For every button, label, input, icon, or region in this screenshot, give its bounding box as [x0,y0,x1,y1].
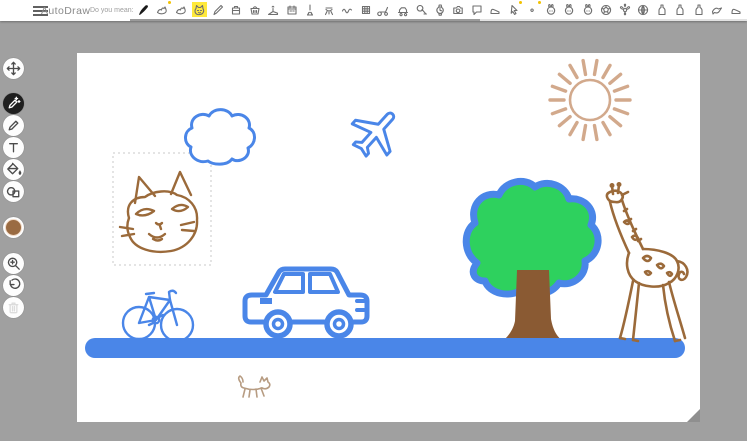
car[interactable] [245,269,367,336]
suggestion-camera-icon[interactable] [451,2,466,17]
suggestion-shoe-icon[interactable] [488,2,503,17]
cloud[interactable] [185,110,254,165]
suggestion-rabbit-3-icon[interactable] [580,2,595,17]
pencil-icon [4,116,23,135]
tool-undo-button[interactable] [3,275,24,296]
tree[interactable] [466,181,598,343]
canvas-drawing-layer [77,53,700,422]
suggestion-cake-icon[interactable] [266,2,281,17]
text-icon [4,138,23,157]
tool-rail [3,58,25,319]
spark-dot-icon [168,1,171,4]
tool-shape-button[interactable] [3,181,24,202]
suggestions-scrollbar-track[interactable] [130,19,747,21]
color-swatch-icon [5,219,22,236]
suggestion-dot-icon[interactable] [525,2,540,17]
app-title: AutoDraw [41,5,90,17]
suggestion-vacuum-icon[interactable] [414,2,429,17]
suggestion-cursor-icon[interactable] [506,2,521,17]
sun[interactable] [550,61,630,140]
tool-type-button[interactable] [3,137,24,158]
suggestion-bird-icon[interactable] [710,2,725,17]
drawing-canvas[interactable] [77,53,700,422]
tool-autodraw-button[interactable] [3,93,24,114]
suggestion-broom-icon[interactable] [303,2,318,17]
tool-draw-button[interactable] [3,115,24,136]
tool-fill-button[interactable] [3,159,24,180]
suggestion-soccer-ball-icon[interactable] [599,2,614,17]
suggestion-watch-icon[interactable] [432,2,447,17]
giraffe-sketch[interactable] [607,183,688,341]
tool-select-button[interactable] [3,58,24,79]
undo-icon [4,276,23,295]
fill-icon [4,160,23,179]
suggestion-rabbit-2-icon[interactable] [562,2,577,17]
suggestion-mower-icon[interactable] [377,2,392,17]
cat-face-sketch[interactable] [120,172,197,252]
suggestion-sketch-guess-1-icon[interactable] [155,2,170,17]
shape-icon [4,182,23,201]
trash-icon [4,298,23,317]
suggestions-scrollbar-thumb[interactable] [130,19,480,21]
magic-pencil-icon [4,94,23,113]
spark-dot-icon [519,1,522,4]
suggestion-bottle-1-icon[interactable] [654,2,669,17]
suggestion-globe-icon[interactable] [636,2,651,17]
suggestion-rabbit-1-icon[interactable] [543,2,558,17]
tool-zoom-button[interactable] [3,253,24,274]
bicycle[interactable] [123,291,193,341]
spark-dot-icon [538,1,541,4]
suggestion-pencil-icon[interactable] [210,2,225,17]
suggestions-label: Do you mean: [90,7,134,14]
suggestion-sketch-guess-2-icon[interactable] [173,2,188,17]
suggestion-calendar-icon[interactable] [284,2,299,17]
suggestion-shoe-2-icon[interactable] [728,2,743,17]
autodraw-app: AutoDraw Do you mean: [0,0,747,441]
canvas-resize-handle[interactable] [687,409,700,422]
top-bar: AutoDraw Do you mean: [0,0,747,21]
move-icon [4,59,23,78]
suggestion-strip [136,1,747,18]
suggestion-bottle-3-icon[interactable] [691,2,706,17]
suggestion-squiggle-icon[interactable] [340,2,355,17]
suggestion-bag-icon[interactable] [229,2,244,17]
tool-delete-button[interactable] [3,297,24,318]
magnifier-icon [4,254,23,273]
suggestion-speech-bubble-icon[interactable] [469,2,484,17]
suggestion-car-icon[interactable] [395,2,410,17]
suggestion-basket-icon[interactable] [247,2,262,17]
suggestion-cat-face-icon[interactable] [192,2,207,17]
suggestion-bottle-2-icon[interactable] [673,2,688,17]
suggestion-flower-icon[interactable] [617,2,632,17]
airplane[interactable] [342,98,409,166]
tool-color-button[interactable] [3,217,24,238]
suggestion-grill-icon[interactable] [321,2,336,17]
small-cat-sketch[interactable] [239,376,270,397]
suggestion-current-stroke-icon[interactable] [136,2,151,17]
suggestion-stamp-icon[interactable] [358,2,373,17]
